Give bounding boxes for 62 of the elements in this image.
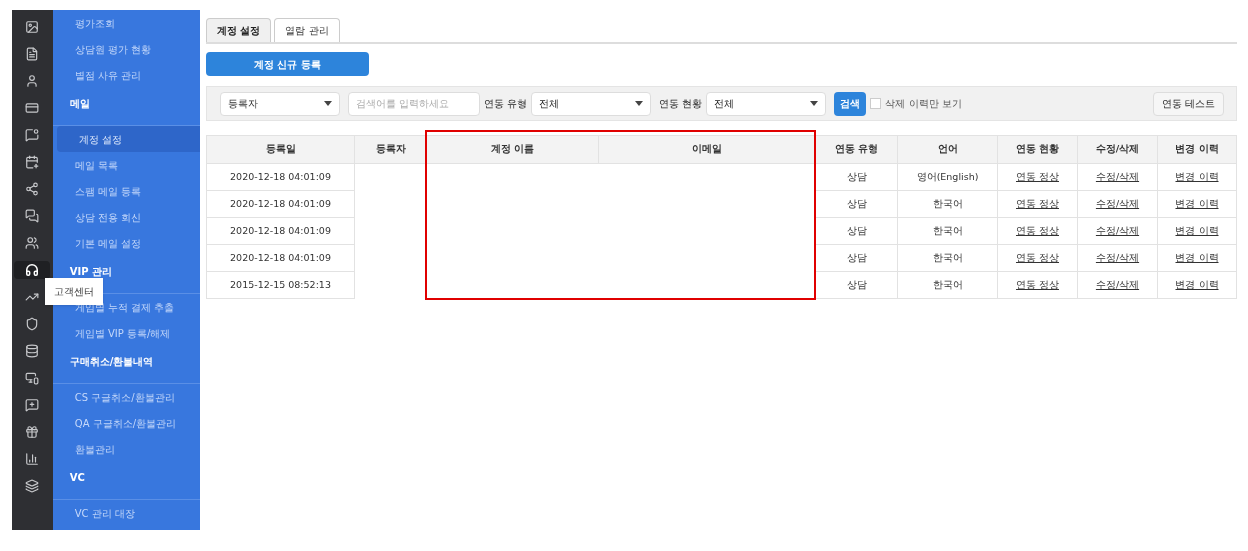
column-header: 이메일 <box>598 135 816 164</box>
table-cell: 상담 <box>815 190 898 218</box>
table-cell: 2020-12-18 04:01:09 <box>206 190 355 218</box>
calendar-icon <box>25 155 40 169</box>
shield-icon <box>25 317 40 331</box>
column-header: 등록자 <box>354 135 427 164</box>
bar-chart-icon <box>25 452 40 466</box>
monitor-icon <box>25 371 40 385</box>
rail-button[interactable] <box>14 261 51 279</box>
search-field[interactable]: 검색어를 입력하세요 <box>348 91 480 116</box>
column-header: 수정/삭제 <box>1077 135 1158 164</box>
chat-icon <box>25 209 40 223</box>
type-label: 연동 유형 <box>484 97 528 111</box>
table-cell: 상담 <box>815 217 898 245</box>
headset-icon <box>25 263 40 277</box>
menu-section-header: 구매취소/환불내역 <box>52 346 200 384</box>
layers-icon <box>25 479 40 493</box>
message-icon <box>25 128 40 142</box>
gift-icon <box>25 425 40 439</box>
database-icon <box>25 344 40 358</box>
caret-icon <box>810 101 819 106</box>
tab[interactable]: 열람 관리 <box>274 18 340 42</box>
table-cell: 2015-12-15 08:52:13 <box>206 271 355 299</box>
column-header: 계정 이름 <box>426 135 599 164</box>
caret-icon <box>635 101 644 106</box>
column-header: 연동 현황 <box>997 135 1078 164</box>
tab[interactable]: 계정 설정 <box>206 18 272 42</box>
deleted-only-checkbox[interactable] <box>870 98 882 109</box>
table-cell: 한국어 <box>897 217 998 245</box>
image-icon <box>25 20 40 34</box>
search-button[interactable]: 검색 <box>834 91 867 116</box>
message-plus-icon <box>25 398 40 412</box>
tooltip: 고객센터 <box>45 278 103 305</box>
card-icon <box>25 101 40 115</box>
share-icon <box>25 182 40 196</box>
caret-icon <box>324 101 332 106</box>
table-cell: 2020-12-18 04:01:09 <box>206 163 355 191</box>
table-cell: 상담 <box>815 271 898 299</box>
deleted-only-label: 삭제 이력만 보기 <box>885 97 962 111</box>
table-cell: 2020-12-18 04:01:09 <box>206 217 355 245</box>
table-cell: 한국어 <box>897 271 998 299</box>
registrant-select[interactable]: 등록자 <box>220 91 340 116</box>
new-account-button[interactable]: 계정 신규 등록 <box>206 52 369 76</box>
column-header: 등록일 <box>206 135 355 164</box>
menu-item[interactable]: 계정 설정 <box>56 126 200 152</box>
table-cell: 상담 <box>815 244 898 272</box>
document-icon <box>25 47 40 61</box>
status-label: 연동 현황 <box>659 97 703 111</box>
type-select[interactable]: 전체 <box>531 91 652 116</box>
table-cell: 영어(English) <box>897 163 998 191</box>
table-cell: 상담 <box>815 163 898 191</box>
menu-section-header: VC <box>52 462 200 500</box>
table-cell: 한국어 <box>897 190 998 218</box>
column-header: 언어 <box>897 135 998 164</box>
user-icon <box>25 74 40 88</box>
table-cell: 한국어 <box>897 244 998 272</box>
table-cell: 2020-12-18 04:01:09 <box>206 244 355 272</box>
link-test-button[interactable]: 연동 테스트 <box>1152 91 1224 116</box>
column-header: 변경 이력 <box>1157 135 1237 164</box>
users-icon <box>25 236 40 250</box>
column-header: 연동 유형 <box>815 135 898 164</box>
status-select[interactable]: 전체 <box>706 91 827 116</box>
